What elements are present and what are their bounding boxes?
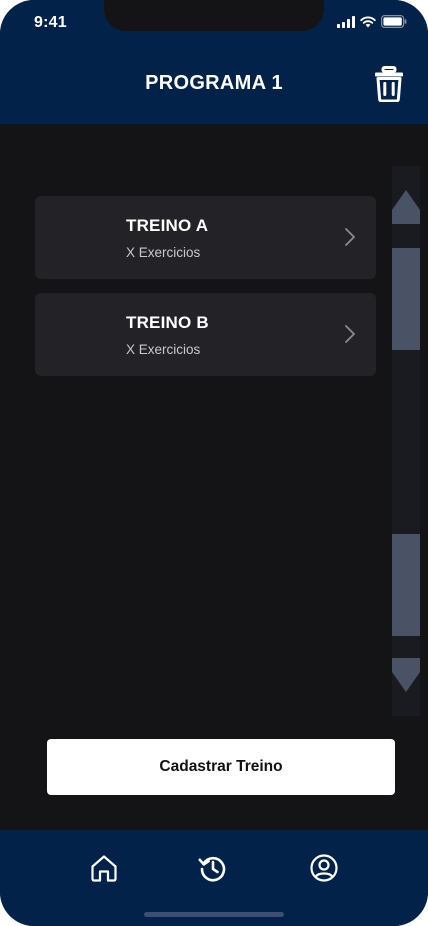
tab-bar	[0, 830, 428, 926]
wifi-icon	[360, 16, 376, 27]
chevron-right-icon	[345, 325, 355, 343]
workout-list: TREINO A X Exercicios TREINO B X Exercic…	[35, 196, 376, 390]
tab-history[interactable]	[197, 852, 229, 884]
scrollbar[interactable]	[392, 166, 420, 716]
app-header: 9:41 PROGRAMA 1	[0, 0, 428, 124]
scroll-thumb-lower[interactable]	[392, 534, 420, 636]
tab-profile[interactable]	[308, 852, 340, 884]
workout-title: TREINO B	[126, 313, 209, 332]
battery-icon	[381, 15, 407, 28]
status-time: 9:41	[34, 14, 67, 31]
workout-title: TREINO A	[126, 216, 209, 235]
workout-exercise-count: X Exercicios	[126, 342, 201, 357]
profile-icon	[310, 854, 338, 882]
history-icon	[198, 856, 226, 882]
register-workout-button[interactable]: Cadastrar Treino	[47, 739, 395, 795]
page-title: PROGRAMA 1	[145, 72, 283, 94]
workout-card-b[interactable]: TREINO B X Exercicios	[35, 293, 376, 376]
phone-screen: 9:41 PROGRAMA 1 TREINO A X Exercicios TR…	[0, 0, 428, 926]
scroll-down-arrow-icon[interactable]	[392, 658, 420, 692]
device-notch	[104, 0, 324, 31]
tab-home[interactable]	[88, 852, 120, 884]
chevron-right-icon	[345, 228, 355, 246]
home-icon	[91, 855, 117, 882]
scroll-thumb-upper[interactable]	[392, 248, 420, 350]
workout-card-a[interactable]: TREINO A X Exercicios	[35, 196, 376, 279]
scroll-up-arrow-icon[interactable]	[392, 190, 420, 224]
workout-exercise-count: X Exercicios	[126, 245, 201, 260]
signal-icon	[337, 15, 355, 28]
delete-program-button[interactable]	[372, 66, 406, 103]
trash-icon	[375, 66, 403, 103]
status-icons	[337, 15, 407, 28]
home-indicator	[144, 912, 284, 917]
